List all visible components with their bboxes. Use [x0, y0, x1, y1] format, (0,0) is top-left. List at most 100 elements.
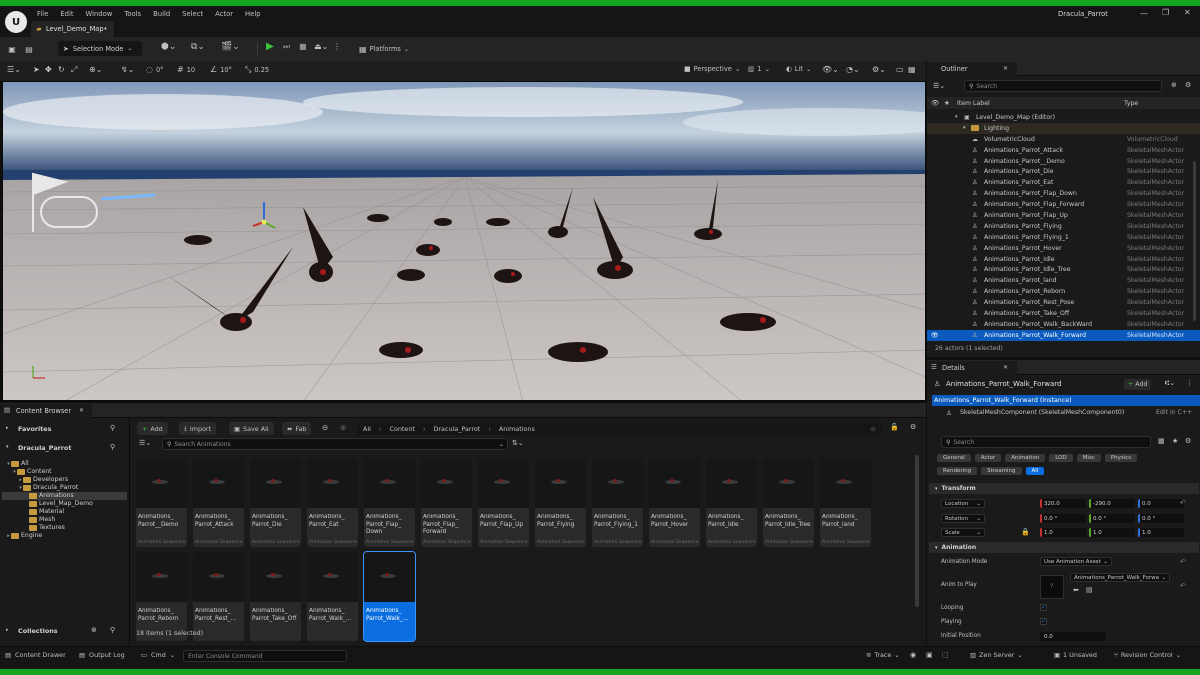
tab-misc[interactable]: Misc	[1076, 454, 1101, 462]
item-label-header[interactable]: Item Label	[957, 100, 990, 107]
outliner-settings-icon[interactable]: ⚙	[1185, 81, 1191, 89]
asset-tile[interactable]: Animations_ Parrot_Idle_Tree Animation Se…	[763, 458, 814, 547]
location-x-field[interactable]: 320.0	[1040, 499, 1086, 508]
menu-actor[interactable]: Actor	[215, 10, 233, 18]
step-icon[interactable]: ⏭	[283, 42, 290, 52]
breadcrumb-animations[interactable]: Animations	[499, 425, 535, 433]
outliner-tab[interactable]: Outliner ✕	[927, 62, 1017, 76]
rotation-z-field[interactable]: 0.0 °	[1138, 514, 1184, 523]
looping-checkbox[interactable]: ✓	[1040, 604, 1047, 611]
scalability-icon[interactable]: ◔⌄	[846, 65, 860, 74]
rotation-x-field[interactable]: 0.0 °	[1040, 514, 1086, 523]
scale-z-field[interactable]: 1.0	[1138, 528, 1184, 537]
edit-cpp-link[interactable]: Edit in C++	[1156, 409, 1192, 416]
rotation-dropdown[interactable]: Rotation ⌄	[941, 514, 985, 523]
outliner-row[interactable]: ♙ Animations_Parrot_Eat SkeletalMeshActor	[927, 177, 1200, 188]
transform-section-header[interactable]: ▾ Transform	[929, 483, 1199, 494]
close-tab-icon[interactable]: ✕	[1003, 65, 1008, 72]
tab-animation[interactable]: Animation	[1005, 454, 1046, 462]
breadcrumb-dracula-parrot[interactable]: Dracula_Parrot	[433, 425, 480, 433]
tree-material[interactable]: Material	[2, 508, 127, 516]
details-search-input[interactable]: ⚲ Search	[941, 436, 1151, 448]
tab-lod[interactable]: LOD	[1049, 454, 1073, 462]
scale-snap[interactable]: ⤡ 0.25	[245, 65, 269, 75]
translate-tool-icon[interactable]: ✥	[45, 65, 52, 74]
asset-tile[interactable]: Animations_ Parrot_Idle Animation Sequenc…	[706, 458, 757, 547]
reset-animation-mode-icon[interactable]: ↶	[1180, 558, 1186, 566]
fab-button[interactable]: ⬌ Fab	[282, 422, 312, 435]
outliner-row[interactable]: ♙ Animations_Parrot_Flying SkeletalMeshAct…	[927, 221, 1200, 232]
platforms-button[interactable]: ▦ Platforms ⌄	[359, 42, 409, 56]
menu-select[interactable]: Select	[182, 10, 203, 18]
asset-tile[interactable]: Animations_ Parrot_Rest_...	[193, 552, 244, 641]
level-viewport[interactable]	[2, 81, 926, 401]
close-tab-icon[interactable]: ✕	[79, 407, 84, 414]
more-options-icon[interactable]: ⋮	[1186, 379, 1193, 387]
outliner-scrollbar[interactable]	[1193, 161, 1196, 321]
save-icon[interactable]: ▣	[7, 44, 17, 54]
back-arrow-icon[interactable]: ⊖	[322, 423, 328, 432]
search-icon[interactable]: ⚲	[110, 424, 115, 432]
outliner-row[interactable]: ♙ Animations_Parrot_Reborn SkeletalMeshAct…	[927, 286, 1200, 297]
tree-dracula-parrot[interactable]: ▾ Dracula_Parrot	[2, 484, 127, 492]
tree-engine[interactable]: ▸ Engine	[2, 532, 127, 540]
content-icon[interactable]: ▤	[24, 44, 34, 54]
trace-button[interactable]: ≋ Trace ⌄	[866, 651, 900, 659]
asset-tile[interactable]: Animations_ Parrot_Walk_...	[307, 552, 358, 641]
zen-server-button[interactable]: ▥ Zen Server ⌄	[970, 651, 1023, 659]
tree-mesh[interactable]: Mesh	[2, 516, 127, 524]
tab-general[interactable]: General	[937, 454, 971, 462]
favorites-header[interactable]: ▸ Favorites ⚲	[2, 423, 127, 435]
menu-help[interactable]: Help	[245, 10, 261, 18]
tree-developers[interactable]: ▸ Developers	[2, 476, 127, 484]
stop-icon[interactable]: ■	[299, 42, 307, 51]
screenshot-icon[interactable]: ▣	[926, 651, 933, 659]
rotate-tool-icon[interactable]: ↻	[58, 65, 65, 74]
reset-location-icon[interactable]: ↶	[1180, 499, 1186, 507]
tab-all[interactable]: All	[1025, 467, 1045, 475]
initial-position-field[interactable]: 0.0	[1040, 632, 1106, 641]
outliner-row[interactable]: ♙ Animations_Parrot_Hover SkeletalMeshActo…	[927, 243, 1200, 254]
world-local-icon[interactable]: ⊕⌄	[89, 65, 102, 74]
outliner-root-row[interactable]: ▾ ▣ Level_Demo_Map (Editor)	[927, 112, 1200, 123]
asset-tile[interactable]: Animations_ Parrot_Walk_...	[363, 551, 416, 642]
outliner-row[interactable]: ♙ Animations_Parrot_Walk_BackWard Skeletal…	[927, 319, 1200, 330]
menu-build[interactable]: Build	[153, 10, 170, 18]
location-z-field[interactable]: 0.0	[1138, 499, 1184, 508]
filter-icon[interactable]: ☰⌄	[139, 439, 151, 447]
blueprint-icon[interactable]: ⑆⌄	[1165, 379, 1175, 387]
asset-tile[interactable]: Animations_ Parrot_Flying_1 Animation Seq…	[592, 458, 643, 547]
more-options-icon[interactable]: ⋮	[333, 42, 341, 51]
outliner-row[interactable]: ♙ Animations_Parrot__Demo SkeletalMeshActo…	[927, 156, 1200, 167]
lock-icon[interactable]: 🔓	[890, 423, 899, 431]
component-row[interactable]: ♙ SkeletalMeshComponent (SkeletalMeshCom…	[932, 407, 1200, 418]
menu-edit[interactable]: Edit	[60, 10, 73, 18]
settings-gear-icon[interactable]: ⚙⌄	[872, 65, 886, 74]
location-dropdown[interactable]: Location ⌄	[941, 499, 985, 508]
asset-grid-scrollbar[interactable]	[915, 455, 919, 607]
asset-tile[interactable]: Animations_ Parrot_Attack Animation Seque…	[193, 458, 244, 547]
close-tab-icon[interactable]: ✕	[1003, 364, 1008, 371]
asset-tile[interactable]: Animations_ Parrot__Demo Animation Sequen…	[136, 458, 187, 547]
outliner-folder-row[interactable]: ▾ Lighting	[927, 122, 1200, 134]
outliner-row[interactable]: ♙ Animations_Parrot_Rest_Pose SkeletalMesh…	[927, 297, 1200, 308]
outliner-row[interactable]: ♙ Animations_Parrot_Die SkeletalMeshActor	[927, 166, 1200, 177]
lock-icon[interactable]: 🔒	[1021, 528, 1030, 536]
asset-tile[interactable]: Animations_ Parrot_Reborn	[136, 552, 187, 641]
use-selected-icon[interactable]: ⬅	[1073, 586, 1079, 594]
blueprint-icon[interactable]: ⧉⌄	[191, 42, 205, 52]
actor-name[interactable]: Animations_Parrot_Walk_Forward	[946, 380, 1061, 388]
asset-tile[interactable]: Animations_ Parrot_Take_Off	[250, 552, 301, 641]
scale-x-field[interactable]: 1.0	[1040, 528, 1086, 537]
cinematics-icon[interactable]: 🎬⌄	[221, 42, 240, 52]
details-tab[interactable]: ☰ Details ✕	[927, 361, 1017, 375]
play-icon[interactable]: ▶	[266, 41, 274, 52]
animation-mode-dropdown[interactable]: Use Animation Asset ⌄	[1040, 557, 1112, 566]
outliner-row[interactable]: ♙ Animations_Parrot_land SkeletalMeshActor	[927, 275, 1200, 286]
output-log-button[interactable]: ▤ Output Log	[79, 651, 125, 659]
add-button[interactable]: + Add	[137, 422, 168, 435]
tab-streaming[interactable]: Streaming	[981, 467, 1022, 475]
sort-icon[interactable]: ⇅⌄	[512, 439, 524, 447]
tree-textures[interactable]: Textures	[2, 524, 127, 532]
asset-tile[interactable]: Animations_ Parrot_Flap_ Down Animation S…	[364, 458, 415, 547]
